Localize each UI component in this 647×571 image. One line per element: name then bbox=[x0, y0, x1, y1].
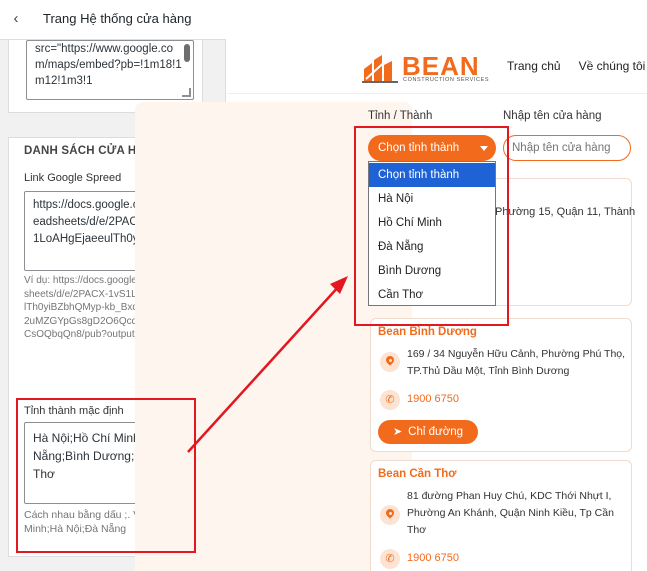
annotation-arrow bbox=[187, 276, 348, 453]
screenshot-stage: ‹ Trang Hệ thống cửa hàng src="https://w… bbox=[0, 0, 647, 571]
annotation-arrow-shaft bbox=[187, 284, 341, 453]
